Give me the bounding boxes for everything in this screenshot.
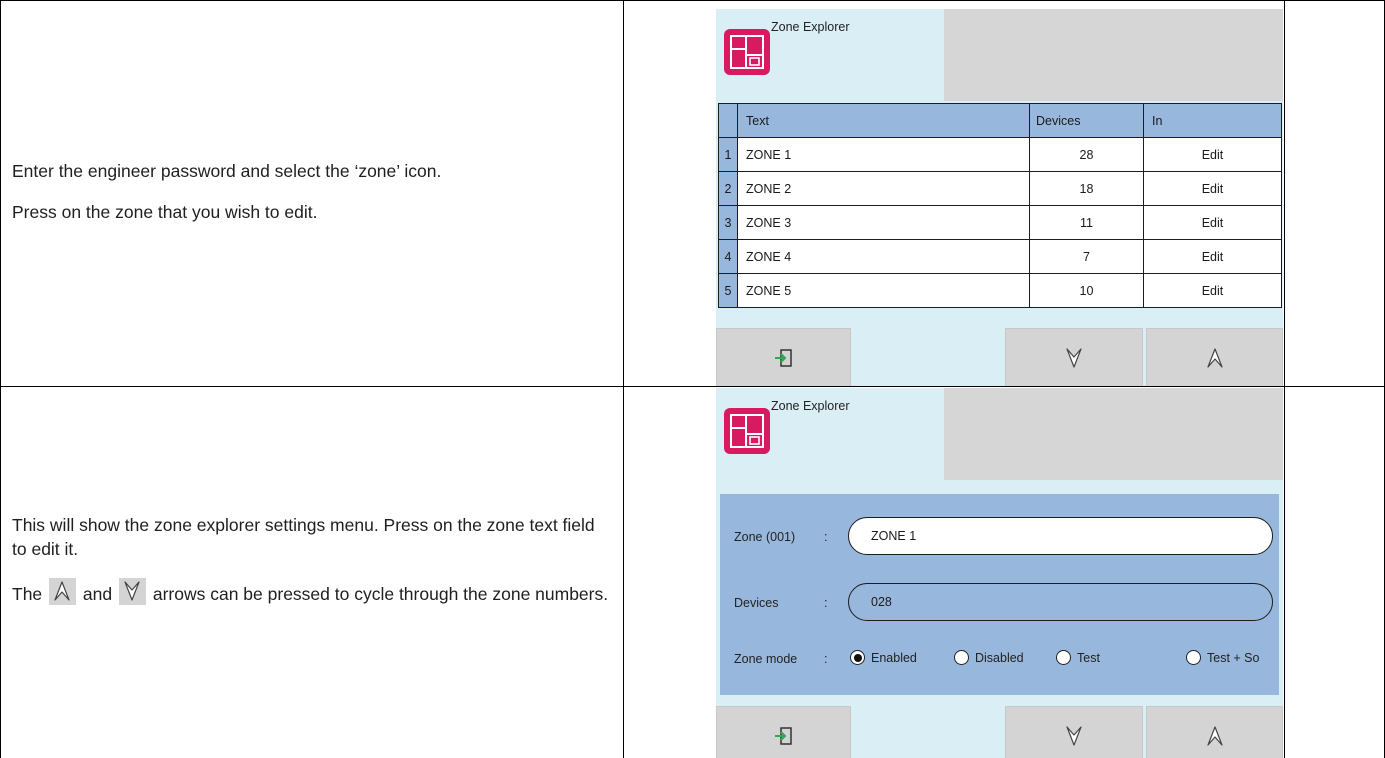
row-devices: 10 (1029, 273, 1144, 308)
instruction-arrows-after: arrows can be pressed to cycle through t… (152, 584, 609, 604)
scroll-up-button[interactable] (1146, 328, 1283, 386)
panel-title: Zone Explorer (771, 20, 850, 34)
zone-mode-label: Zone mode (734, 652, 798, 666)
instruction-settings-menu: This will show the zone explorer setting… (12, 515, 595, 559)
table-border-mid2 (1284, 0, 1285, 758)
row-devices: 7 (1029, 239, 1144, 274)
down-arrow-icon (124, 581, 140, 601)
table-border-left (0, 0, 1, 758)
row-edit-button[interactable]: Edit (1143, 205, 1282, 240)
row-index: 1 (718, 137, 738, 172)
mode-disabled-radio[interactable]: Disabled (954, 650, 1024, 665)
header-status-area (944, 9, 1283, 101)
row-zone-text[interactable]: ZONE 5 (737, 273, 1030, 308)
table-row-divider (0, 386, 1385, 387)
instruction-press-zone: Press on the zone that you wish to edit. (12, 202, 318, 222)
zone-table: Text Devices In 1 ZONE 1 28 Edit 2 ZONE … (718, 103, 1282, 308)
zone-icon[interactable] (724, 408, 770, 454)
header-devices: Devices (1029, 103, 1144, 138)
previous-zone-button[interactable] (1005, 706, 1143, 758)
row2-instructions: This will show the zone explorer setting… (12, 513, 612, 623)
instruction-select-zone: Enter the engineer password and select t… (12, 161, 442, 181)
row-devices: 11 (1029, 205, 1144, 240)
zone-icon[interactable] (724, 29, 770, 75)
up-arrow-icon (54, 581, 70, 601)
row-index: 4 (718, 239, 738, 274)
radio-unselected-icon (1056, 650, 1071, 665)
mode-test-radio[interactable]: Test (1056, 650, 1100, 665)
table-row[interactable]: 4 ZONE 4 7 Edit (718, 239, 1282, 274)
table-border-top (0, 0, 1385, 1)
down-arrow-icon (1066, 348, 1082, 368)
next-zone-button[interactable] (1146, 706, 1283, 758)
row-zone-text[interactable]: ZONE 2 (737, 171, 1030, 206)
row-edit-button[interactable]: Edit (1143, 239, 1282, 274)
table-row[interactable]: 3 ZONE 3 11 Edit (718, 205, 1282, 240)
row-index: 2 (718, 171, 738, 206)
inline-up-arrow-button (49, 578, 77, 605)
row1-instructions: Enter the engineer password and select t… (12, 159, 612, 241)
header-in: In (1143, 103, 1282, 138)
devices-label: Devices (734, 596, 779, 610)
zone-explorer-list-panel: Zone Explorer Text Devices In 1 ZONE 1 2… (716, 9, 1283, 386)
row-zone-text[interactable]: ZONE 3 (737, 205, 1030, 240)
row-devices: 18 (1029, 171, 1144, 206)
instruction-arrows-before: The (12, 584, 43, 604)
zone-text-field[interactable]: ZONE 1 (848, 517, 1273, 555)
devices-field: 028 (848, 583, 1273, 621)
mode-enabled-label: Enabled (871, 650, 917, 665)
devices-separator: : (824, 596, 828, 610)
row-index: 5 (718, 273, 738, 308)
mode-test-sounders-label: Test + So (1207, 650, 1260, 665)
inline-down-arrow-button (118, 578, 146, 605)
radio-unselected-icon (1186, 650, 1201, 665)
panel-title: Zone Explorer (771, 399, 850, 413)
exit-button[interactable] (716, 706, 851, 758)
row-zone-text[interactable]: ZONE 4 (737, 239, 1030, 274)
panel-header: Zone Explorer (716, 9, 1283, 101)
table-row[interactable]: 1 ZONE 1 28 Edit (718, 137, 1282, 172)
row-edit-button[interactable]: Edit (1143, 273, 1282, 308)
mode-enabled-radio[interactable]: Enabled (850, 650, 917, 665)
scroll-down-button[interactable] (1005, 328, 1143, 386)
instruction-arrows: The and arrows can be pressed to cycle t… (12, 578, 612, 606)
up-arrow-icon (1206, 348, 1223, 368)
exit-icon (774, 349, 792, 367)
up-arrow-icon (1206, 726, 1223, 746)
mode-test-label: Test (1077, 650, 1100, 665)
header-status-area (944, 388, 1283, 480)
panel-header: Zone Explorer (716, 388, 1283, 480)
zone-settings-form: Zone (001) : ZONE 1 Devices : 028 Zone m… (720, 494, 1279, 695)
radio-unselected-icon (954, 650, 969, 665)
row-edit-button[interactable]: Edit (1143, 137, 1282, 172)
table-header-row: Text Devices In (718, 103, 1282, 138)
exit-icon (774, 727, 792, 745)
zone-explorer-settings-panel: Zone Explorer Zone (001) : ZONE 1 Device… (716, 388, 1283, 758)
header-text: Text (737, 103, 1030, 138)
table-border-mid1 (623, 0, 624, 758)
exit-button[interactable] (716, 328, 851, 386)
down-arrow-icon (1066, 726, 1082, 746)
radio-selected-icon (850, 650, 865, 665)
table-row[interactable]: 2 ZONE 2 18 Edit (718, 171, 1282, 206)
table-row[interactable]: 5 ZONE 5 10 Edit (718, 273, 1282, 308)
header-index (718, 103, 738, 138)
zone-label: Zone (001) (734, 530, 796, 544)
row-edit-button[interactable]: Edit (1143, 171, 1282, 206)
zone-mode-separator: : (824, 652, 828, 666)
row-zone-text[interactable]: ZONE 1 (737, 137, 1030, 172)
row-devices: 28 (1029, 137, 1144, 172)
instruction-arrows-and: and (82, 584, 113, 604)
zone-separator: : (824, 530, 828, 544)
mode-disabled-label: Disabled (975, 650, 1024, 665)
row-index: 3 (718, 205, 738, 240)
mode-test-sounders-radio[interactable]: Test + So (1186, 650, 1259, 665)
